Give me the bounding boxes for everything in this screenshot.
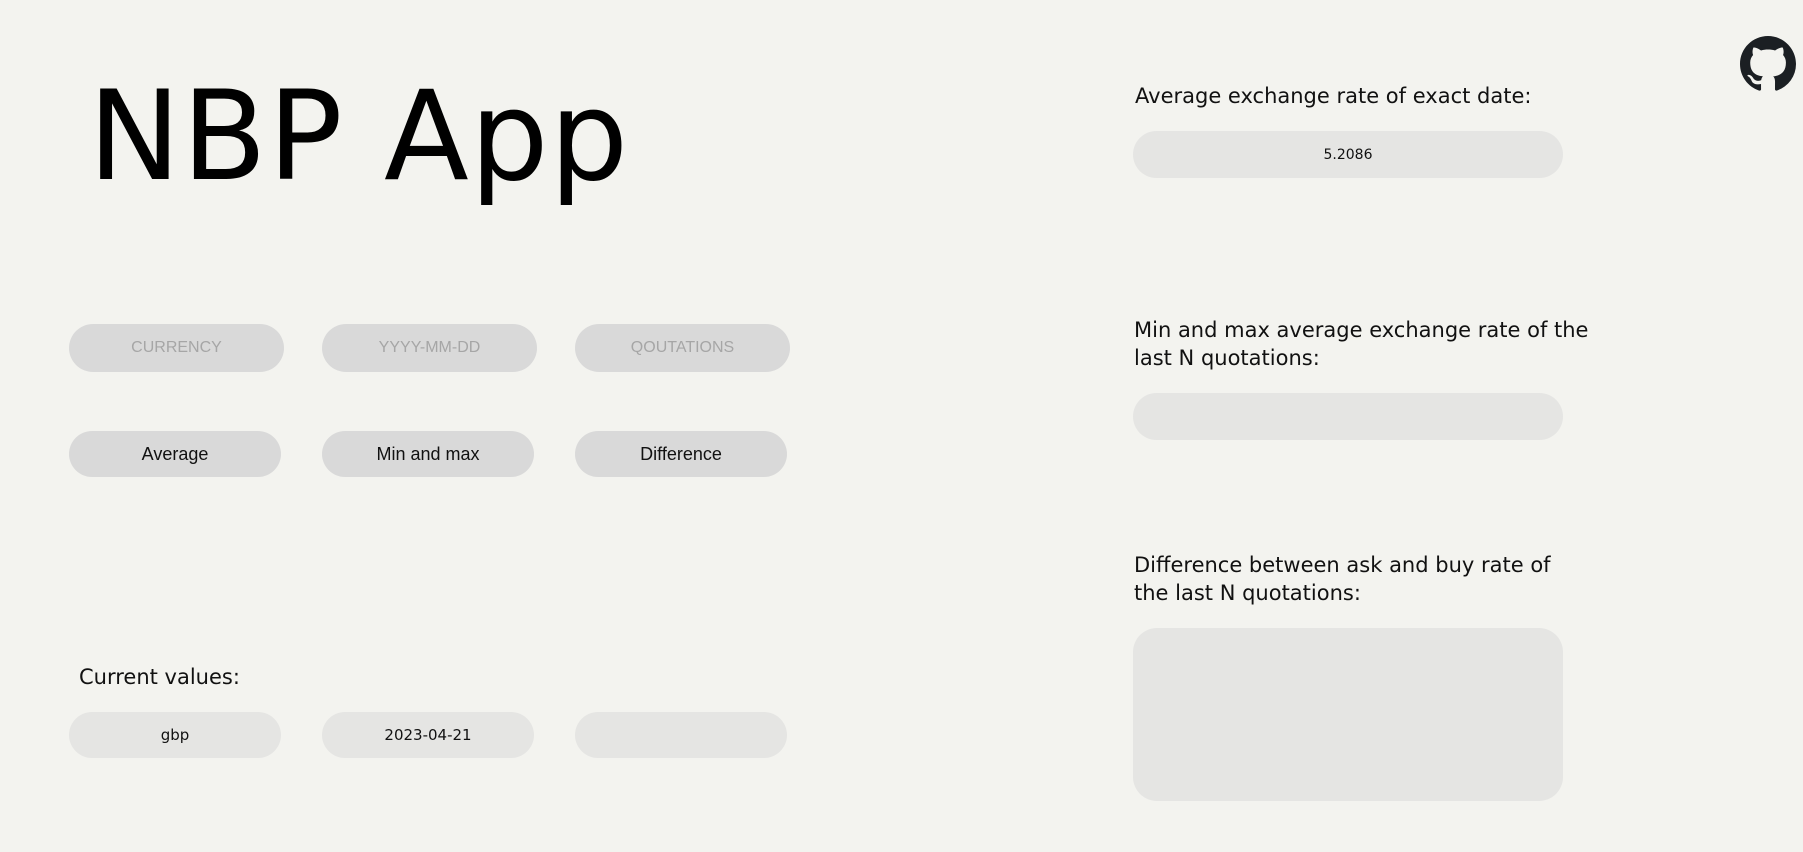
app-title: NBP App xyxy=(88,65,630,209)
github-icon[interactable] xyxy=(1740,36,1796,92)
currency-input[interactable] xyxy=(69,324,284,372)
min-max-rate-label: Min and max average exchange rate of the… xyxy=(1134,316,1588,372)
min-max-rate-label-line2: last N quotations: xyxy=(1134,346,1320,370)
min-max-button[interactable]: Min and max xyxy=(322,431,534,477)
current-values-label: Current values: xyxy=(79,665,240,689)
difference-button[interactable]: Difference xyxy=(575,431,787,477)
current-date-value: 2023-04-21 xyxy=(322,712,534,758)
current-quotations-value xyxy=(575,712,787,758)
average-button[interactable]: Average xyxy=(69,431,281,477)
difference-rate-value xyxy=(1133,628,1563,801)
difference-rate-label-line2: the last N quotations: xyxy=(1134,581,1361,605)
difference-rate-label-line1: Difference between ask and buy rate of xyxy=(1134,553,1551,577)
current-currency-value: gbp xyxy=(69,712,281,758)
min-max-rate-value xyxy=(1133,393,1563,440)
difference-rate-label: Difference between ask and buy rate of t… xyxy=(1134,551,1551,607)
date-input[interactable] xyxy=(322,324,537,372)
min-max-rate-label-line1: Min and max average exchange rate of the xyxy=(1134,318,1589,342)
quotations-input[interactable] xyxy=(575,324,790,372)
average-rate-label: Average exchange rate of exact date: xyxy=(1135,84,1532,108)
average-rate-value: 5.2086 xyxy=(1133,131,1563,178)
